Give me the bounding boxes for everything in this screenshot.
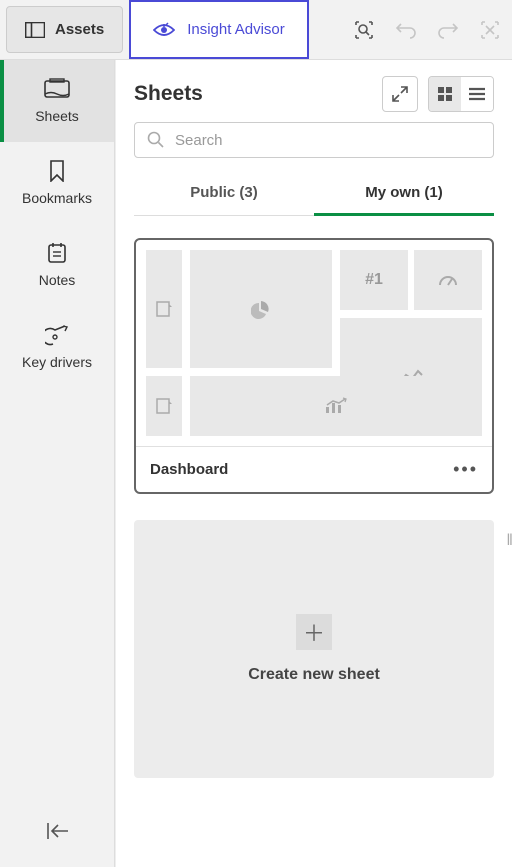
thumb-pie-icon [190, 250, 332, 368]
sheet-more-button[interactable]: ••• [453, 459, 478, 480]
sidebar-item-bookmarks[interactable]: Bookmarks [0, 142, 114, 224]
toolbar-right-group [342, 0, 512, 59]
sheet-thumbnail: #1 [136, 240, 492, 446]
tab-my-own[interactable]: My own (1) [314, 172, 494, 216]
bookmark-icon [48, 160, 66, 182]
sidebar-item-label: Notes [39, 272, 76, 288]
top-toolbar: Assets Insight Advisor [0, 0, 512, 60]
sheet-card-dashboard[interactable]: #1 [134, 238, 494, 494]
search-box[interactable] [134, 122, 494, 158]
grid-view-button[interactable] [429, 77, 461, 111]
notes-icon [47, 242, 67, 264]
sidebar-item-label: Sheets [35, 108, 79, 124]
left-sidebar: Sheets Bookmarks Notes Key drivers [0, 60, 115, 867]
toolbar-left-group: Assets Insight Advisor [0, 0, 342, 59]
search-icon [147, 131, 165, 149]
list-view-button[interactable] [461, 77, 493, 111]
thumb-bottom-row [146, 376, 482, 436]
search-input[interactable] [175, 132, 481, 149]
expand-button[interactable] [382, 76, 418, 112]
clear-selections-button[interactable] [472, 12, 508, 48]
thumb-filterpane2-icon [146, 376, 182, 436]
sheets-grid: #1 [116, 216, 512, 800]
keydrivers-icon [45, 324, 69, 346]
selection-search-button[interactable] [346, 12, 382, 48]
header-controls [382, 76, 494, 112]
insight-eye-icon [153, 22, 175, 38]
collapse-sidebar-button[interactable] [39, 813, 75, 849]
main-layout: Sheets Bookmarks Notes Key drivers Sheet… [0, 60, 512, 867]
sidebar-item-label: Bookmarks [22, 190, 92, 206]
plus-icon: ＋ [296, 614, 332, 650]
thumb-filterpane-icon [146, 250, 182, 368]
create-sheet-card[interactable]: ＋ Create new sheet [134, 520, 494, 778]
tab-public[interactable]: Public (3) [134, 172, 314, 216]
sheet-card-footer: Dashboard ••• [136, 446, 492, 492]
create-sheet-label: Create new sheet [248, 666, 380, 684]
sidebar-item-notes[interactable]: Notes [0, 224, 114, 306]
sidebar-item-keydrivers[interactable]: Key drivers [0, 306, 114, 388]
sheet-tabs: Public (3) My own (1) [134, 172, 494, 216]
insight-advisor-button[interactable]: Insight Advisor [129, 0, 309, 59]
page-title: Sheets [134, 82, 203, 106]
view-toggle [428, 76, 494, 112]
sidebar-item-sheets[interactable]: Sheets [0, 60, 114, 142]
step-back-button[interactable] [388, 12, 424, 48]
thumb-gauge-icon [414, 250, 482, 310]
panel-icon [25, 22, 45, 38]
thumb-kpi-number: #1 [340, 250, 408, 310]
sheets-header: Sheets [116, 60, 512, 122]
insight-label: Insight Advisor [187, 21, 285, 38]
step-forward-button[interactable] [430, 12, 466, 48]
sheets-icon [44, 78, 70, 100]
resize-handle[interactable]: ‖ [506, 532, 512, 550]
thumb-kpi-row: #1 [340, 250, 482, 310]
content-panel: Sheets [115, 60, 512, 867]
thumb-combochart-icon [190, 376, 482, 436]
search-container [116, 122, 512, 172]
sidebar-item-label: Key drivers [22, 354, 92, 370]
assets-label: Assets [55, 21, 104, 38]
sheet-name-label: Dashboard [150, 461, 228, 478]
assets-button[interactable]: Assets [6, 6, 123, 53]
